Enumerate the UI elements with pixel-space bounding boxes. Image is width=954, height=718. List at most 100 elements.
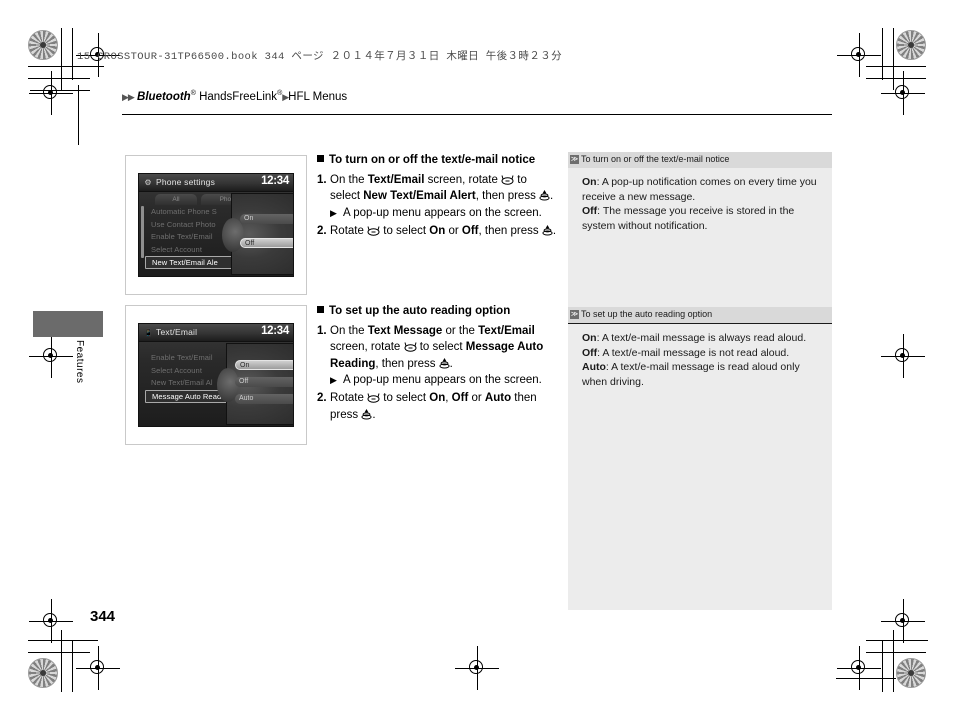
popup-option-auto[interactable]: Auto <box>235 394 293 404</box>
enter-button-icon <box>539 189 550 201</box>
crop-mark <box>893 630 894 692</box>
popup-knob-decoration <box>222 218 244 252</box>
reference-title: To set up the auto reading option <box>581 309 713 319</box>
crop-mark <box>61 630 62 692</box>
reference-title: To turn on or off the text/e-mail notice <box>581 154 730 164</box>
step-number: 1. <box>317 324 327 337</box>
popup-option-on[interactable]: On <box>240 214 293 224</box>
rotary-knob-icon <box>501 174 514 185</box>
instruction-sub: ▶ A pop-up menu appears on the screen. <box>330 205 557 222</box>
instruction-heading: To set up the auto reading option <box>317 303 557 320</box>
reference-text: : A text/e-mail message is always read a… <box>596 332 807 344</box>
gear-icon <box>144 179 152 187</box>
crop-mark <box>882 640 883 692</box>
instruction-step: 1. On the Text/Email screen, rotate to s… <box>317 172 557 205</box>
screen-title: Phone settings <box>156 177 216 187</box>
crop-mark <box>72 28 73 80</box>
instruction-heading-text: To turn on or off the text/e-mail notice <box>329 154 536 166</box>
registration-bullseye <box>28 658 58 688</box>
double-chevron-icon: ≫ <box>570 155 579 164</box>
screen-clock: 12:34 <box>261 325 289 337</box>
reference-term: On <box>582 332 597 344</box>
reference-line: Off: A text/e-mail message is not read a… <box>582 346 820 361</box>
crop-mark <box>866 640 928 641</box>
rotary-knob-icon <box>367 225 380 236</box>
screen-title-bar: Text/Email 12:34 <box>139 324 293 342</box>
reference-text: : A text/e-mail message is not read alou… <box>597 346 790 359</box>
nav-screen: Phone settings 12:34 All Phone Automatic… <box>138 173 294 277</box>
instruction-step: 2. Rotate to select On or Off, then pres… <box>317 223 557 240</box>
popup-menu: On Off Auto <box>217 343 293 425</box>
nav-screen: Text/Email 12:34 Enable Text/Email Selec… <box>138 323 294 427</box>
reference-header: ≫ To turn on or off the text/e-mail noti… <box>568 152 832 168</box>
reference-panel: ≫ To turn on or off the text/e-mail noti… <box>568 152 832 610</box>
registration-target <box>29 334 73 378</box>
registration-target <box>76 646 120 690</box>
popup-option-on[interactable]: On <box>235 360 293 370</box>
reference-body: On: A text/e-mail message is always read… <box>568 323 832 395</box>
registration-target <box>837 646 881 690</box>
figure-phone-settings: Phone settings 12:34 All Phone Automatic… <box>125 155 307 295</box>
step-text: On the Text Message or the Text/Email sc… <box>330 324 544 370</box>
screen-title-bar: Phone settings 12:34 <box>139 174 293 192</box>
instruction-step: 2. Rotate to select On, Off or Auto then… <box>317 390 557 423</box>
rotary-knob-icon <box>367 392 380 403</box>
section-tab-label: Features <box>74 340 85 384</box>
crop-mark <box>866 78 926 79</box>
crop-mark <box>866 652 926 653</box>
screen-clock: 12:34 <box>261 175 289 187</box>
reference-text: : A pop-up notification comes on every t… <box>582 176 817 203</box>
square-bullet-icon <box>317 306 324 313</box>
step-number: 2. <box>317 392 327 404</box>
breadcrumb-handsfreelink: HandsFreeLink <box>195 90 278 103</box>
crop-mark <box>28 640 98 641</box>
reference-line: Auto: A text/e-mail message is read alou… <box>582 360 820 389</box>
crop-mark <box>28 652 90 653</box>
registration-bullseye <box>28 30 58 60</box>
step-number: 1. <box>317 173 327 186</box>
registration-target <box>29 599 73 643</box>
registration-target <box>29 71 73 115</box>
reference-term: Off <box>582 346 598 359</box>
popup-option-off[interactable]: Off <box>235 377 293 387</box>
reference-line: Off: The message you receive is stored i… <box>582 204 820 233</box>
instruction-heading-text: To set up the auto reading option <box>329 305 511 317</box>
step-text: Rotate to select On, Off or Auto then pr… <box>330 392 537 421</box>
popup-menu: On Off <box>222 193 293 275</box>
registration-target <box>455 646 499 690</box>
screen-title: Text/Email <box>156 327 198 337</box>
enter-button-icon <box>542 224 553 236</box>
arrow-right-icon: ▶ <box>330 207 337 218</box>
square-bullet-icon <box>317 155 324 162</box>
breadcrumb: ▶▶ Bluetooth® HandsFreeLink®▶HFL Menus <box>122 90 347 103</box>
reference-line: On: A pop-up notification comes on every… <box>582 175 820 204</box>
breadcrumb-bluetooth: Bluetooth <box>137 90 191 103</box>
instruction-heading: To turn on or off the text/e-mail notice <box>317 152 557 169</box>
reference-line: On: A text/e-mail message is always read… <box>582 331 820 346</box>
instruction-sub: ▶ A pop-up menu appears on the screen. <box>330 372 557 389</box>
sub-text: A pop-up menu appears on the screen. <box>343 374 542 386</box>
reference-term: Auto <box>582 361 606 373</box>
popup-option-off[interactable]: Off <box>240 238 293 248</box>
instruction-block-auto-reading: To set up the auto reading option 1. On … <box>317 303 557 423</box>
reference-section-auto-reading: ≫ To set up the auto reading option On: … <box>568 307 832 395</box>
registration-bullseye <box>896 30 926 60</box>
header-rule <box>122 114 832 116</box>
enter-button-icon <box>439 357 450 369</box>
sub-text: A pop-up menu appears on the screen. <box>343 206 542 219</box>
reference-body: On: A pop-up notification comes on every… <box>568 168 832 239</box>
registration-target <box>881 334 925 378</box>
screen-scrollbar[interactable] <box>141 206 144 258</box>
screen-tab-all[interactable]: All <box>155 194 197 205</box>
crop-mark <box>28 78 90 79</box>
step-text: On the Text/Email screen, rotate to sele… <box>330 173 554 203</box>
print-file-line: 15 CROSSTOUR-31TP66500.book 344 ページ ２０１４… <box>77 51 563 63</box>
reference-text: : A text/e-mail message is read aloud on… <box>582 361 800 388</box>
chevron-right-icon: ▶ <box>127 91 135 102</box>
rotary-knob-icon <box>404 341 417 352</box>
enter-button-icon <box>361 408 372 420</box>
reference-header: ≫ To set up the auto reading option <box>568 307 832 323</box>
step-number: 2. <box>317 224 327 237</box>
reference-term: On <box>582 176 597 188</box>
crop-mark <box>882 28 883 80</box>
